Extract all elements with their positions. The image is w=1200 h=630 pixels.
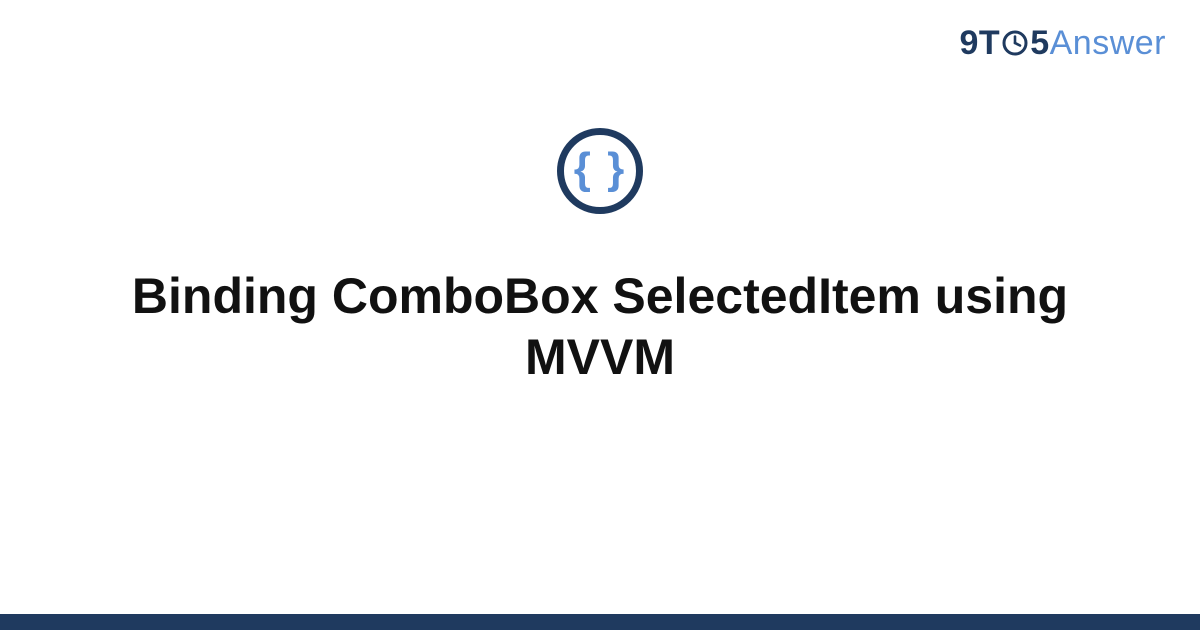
braces-icon: { }	[574, 147, 626, 191]
clock-icon	[1001, 29, 1029, 57]
logo-text-5: 5	[1030, 24, 1049, 63]
site-logo: 9T 5 Answer	[960, 24, 1166, 63]
content-block: { } Binding ComboBox SelectedItem using …	[0, 128, 1200, 388]
category-badge: { }	[557, 128, 643, 214]
logo-text-9t: 9T	[960, 24, 1001, 63]
page-title: Binding ComboBox SelectedItem using MVVM	[100, 266, 1100, 388]
logo-text-answer: Answer	[1050, 24, 1166, 63]
card-root: 9T 5 Answer { } Binding ComboBox Selecte…	[0, 0, 1200, 630]
footer-accent-bar	[0, 614, 1200, 630]
